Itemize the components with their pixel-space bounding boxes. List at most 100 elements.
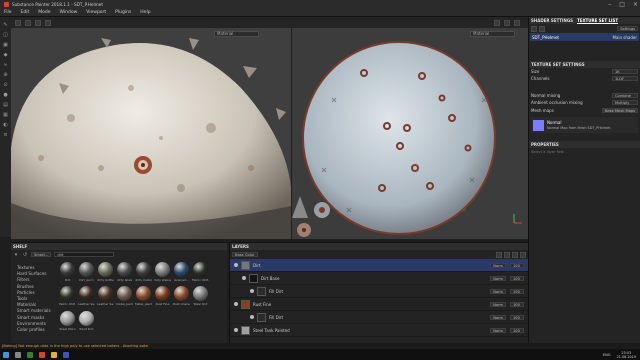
layer-opacity[interactable]: 100 <box>510 301 524 307</box>
material-thumbnail[interactable]: Grained... <box>173 262 190 284</box>
display-settings-icon[interactable]: ◐ <box>3 122 9 128</box>
category-color-profiles[interactable]: Color profiles <box>11 327 59 333</box>
stroke-icon[interactable] <box>35 19 41 26</box>
material-thumbnail[interactable]: Fabric UCP... <box>192 262 209 284</box>
texture-set-icon[interactable]: ▦ <box>3 112 9 118</box>
menu-file[interactable]: File <box>4 10 12 15</box>
layer-blend-mode[interactable]: Norm <box>490 327 506 333</box>
menu-plugins[interactable]: Plugins <box>115 10 131 15</box>
add-folder-icon[interactable] <box>512 251 518 258</box>
material-thumbnail[interactable]: Rust Fine <box>154 286 171 308</box>
bake-mesh-maps-button[interactable]: Bake Mesh Maps <box>601 108 638 113</box>
layer-opacity[interactable]: 100 <box>510 314 524 320</box>
settings-dropdown[interactable]: Settings <box>617 26 638 31</box>
material-thumbnail[interactable]: Leather Se... <box>97 286 114 308</box>
menu-window[interactable]: Window <box>60 10 78 15</box>
taskbar-app-icon[interactable] <box>15 351 21 358</box>
layer-opacity[interactable]: 100 <box>510 288 524 294</box>
projection-icon[interactable]: ▣ <box>3 42 9 48</box>
reset-filter-icon[interactable]: ↺ <box>22 252 28 258</box>
taskbar-app-icon[interactable] <box>63 351 69 358</box>
visibility-eye-icon[interactable] <box>234 328 238 332</box>
clone-icon[interactable]: ⊕ <box>3 72 9 78</box>
view-mode-icon[interactable] <box>514 19 520 26</box>
material-thumbnail[interactable]: Steel Dirt <box>192 286 209 308</box>
close-icon[interactable]: × <box>633 1 638 8</box>
layer-stack-icon[interactable]: ▤ <box>3 102 9 108</box>
size-value[interactable]: 1K <box>612 69 638 74</box>
add-icon[interactable] <box>531 25 537 32</box>
smudge-icon[interactable]: ≈ <box>3 62 9 68</box>
tab-texture-set-list[interactable]: TEXTURE SET LIST <box>577 18 619 24</box>
layer-opacity[interactable]: 100 <box>510 275 524 281</box>
material-thumbnail[interactable]: metal_paint... <box>116 286 133 308</box>
brush-size-icon[interactable] <box>15 19 21 26</box>
material-thumbnail[interactable]: Dirt <box>59 262 76 284</box>
color-picker-icon[interactable]: ⊙ <box>3 82 9 88</box>
layer-opacity[interactable]: 100 <box>510 262 524 268</box>
layer-opacity[interactable]: 100 <box>510 327 524 333</box>
material-thumbnail[interactable]: Paint Dirt <box>78 310 95 333</box>
material-thumbnail[interactable]: dirty stained <box>154 262 171 284</box>
menu-help[interactable]: Help <box>140 10 150 15</box>
taskbar-app-icon[interactable] <box>51 351 57 358</box>
layer-blend-mode[interactable]: Norm <box>490 288 506 294</box>
remove-icon[interactable] <box>539 25 545 32</box>
viewport-2d[interactable]: Material <box>292 28 528 239</box>
normal-map-slot[interactable]: Normal Normal Map from Mesh SDT_PHelmet <box>531 117 638 133</box>
material-thumbnail[interactable]: dirty latex <box>116 262 133 284</box>
material-thumbnail[interactable]: Rust Coarse <box>173 286 190 308</box>
layer-row[interactable]: Fill Dirt Norm 100 <box>230 285 528 298</box>
eraser-icon[interactable]: ◫ <box>3 32 9 38</box>
polygon-fill-icon[interactable]: ◆ <box>3 52 9 58</box>
layer-blend-mode[interactable]: Norm <box>490 262 506 268</box>
layer-blend-mode[interactable]: Norm <box>490 314 506 320</box>
material-thumbnail[interactable]: Fabric UCP... <box>59 286 76 308</box>
flow-icon[interactable] <box>25 19 31 26</box>
paint-brush-icon[interactable]: ✎ <box>3 22 9 28</box>
tab-shader-settings[interactable]: SHADER SETTINGS <box>531 18 573 23</box>
layer-blend-mode[interactable]: Norm <box>490 275 506 281</box>
normal-mixing-value[interactable]: Combine <box>612 93 638 98</box>
viewport-3d[interactable]: Material <box>11 28 291 239</box>
visibility-eye-icon[interactable] <box>234 302 238 306</box>
screenshot-icon[interactable] <box>504 19 510 26</box>
material-picker-icon[interactable]: ● <box>3 92 9 98</box>
layer-row[interactable]: Dirt Base Norm 100 <box>230 272 528 285</box>
material-thumbnail[interactable]: Metal_paint... <box>135 286 152 308</box>
shelf-search-input[interactable]: dirt <box>54 252 115 257</box>
add-fill-layer-icon[interactable] <box>496 251 502 258</box>
layer-row[interactable]: Rust Fine Norm 100 <box>230 298 528 311</box>
material-thumbnail[interactable]: Steel Worn <box>59 310 76 333</box>
visibility-eye-icon[interactable] <box>242 276 246 280</box>
texture-set-row[interactable]: SDT_PHelmet Main shader <box>530 33 639 41</box>
keyboard-language[interactable]: ENG <box>603 353 611 357</box>
menu-mode[interactable]: Mode <box>38 10 50 15</box>
layer-row[interactable]: Fill Dirt Norm 100 <box>230 311 528 324</box>
menu-edit[interactable]: Edit <box>21 10 30 15</box>
material-thumbnail[interactable]: dirty bottle <box>97 262 114 284</box>
layer-blend-mode[interactable]: Norm <box>490 301 506 307</box>
add-mask-icon[interactable] <box>504 251 510 258</box>
visibility-eye-icon[interactable] <box>234 263 238 267</box>
camera-icon[interactable] <box>494 19 500 26</box>
shelf-filter-tag[interactable]: Smart... <box>31 252 52 257</box>
visibility-eye-icon[interactable] <box>250 289 254 293</box>
minimize-icon[interactable]: – <box>608 1 611 8</box>
taskbar-app-icon[interactable] <box>27 351 33 358</box>
log-icon[interactable]: ≡ <box>3 132 9 138</box>
delete-layer-icon[interactable] <box>520 251 526 258</box>
viewport-2d-mode[interactable]: Material <box>470 31 515 37</box>
channels-value[interactable]: 1LOF <box>612 76 638 81</box>
ao-mixing-value[interactable]: Multiply <box>612 100 638 105</box>
visibility-eye-icon[interactable] <box>250 315 254 319</box>
material-thumbnail[interactable]: Leather Se... <box>78 286 95 308</box>
taskbar-app-icon[interactable] <box>39 351 45 358</box>
maximize-icon[interactable]: □ <box>619 1 625 8</box>
layer-row[interactable]: Dirt Norm 100 <box>230 259 528 272</box>
material-thumbnail[interactable]: dirty metal <box>135 262 152 284</box>
windows-start-icon[interactable] <box>3 351 9 358</box>
menu-viewport[interactable]: Viewport <box>86 10 106 15</box>
layer-row[interactable]: Steel Tank Painted Norm 100 <box>230 324 528 337</box>
material-thumbnail[interactable]: Dirt_worn <box>78 262 95 284</box>
